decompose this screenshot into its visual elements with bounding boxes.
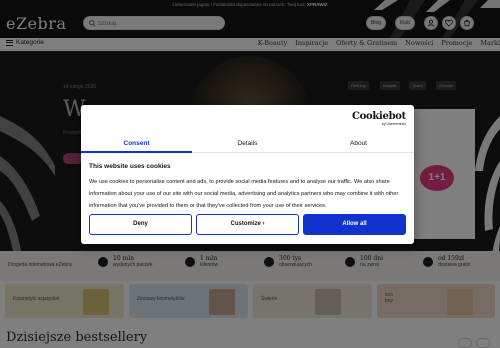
cookie-description: We use cookies to personalise content an… — [89, 179, 399, 209]
cookiebot-logo-sub: by Usercentrics — [381, 122, 406, 126]
allow-all-label: Allow all — [342, 221, 367, 227]
chevron-right-icon: › — [262, 221, 265, 227]
cookie-tabs: Consent Details About — [81, 136, 414, 153]
deny-label: Deny — [133, 221, 148, 227]
cookiebot-logo-text: Cookiebot — [352, 111, 406, 122]
tab-details[interactable]: Details — [192, 136, 303, 153]
customize-label: Customize — [230, 221, 261, 227]
allow-all-button[interactable]: Allow all — [303, 214, 406, 235]
cookie-heading: This website uses cookies — [89, 163, 171, 170]
cookiebot-logo: Cookiebot by Usercentrics — [352, 111, 406, 127]
deny-button[interactable]: Deny — [89, 214, 192, 235]
tab-consent[interactable]: Consent — [81, 136, 192, 153]
cookie-consent-dialog: Cookiebot by Usercentrics Consent Detail… — [81, 105, 414, 244]
tab-about[interactable]: About — [303, 136, 414, 153]
customize-button[interactable]: Customize › — [196, 214, 299, 235]
